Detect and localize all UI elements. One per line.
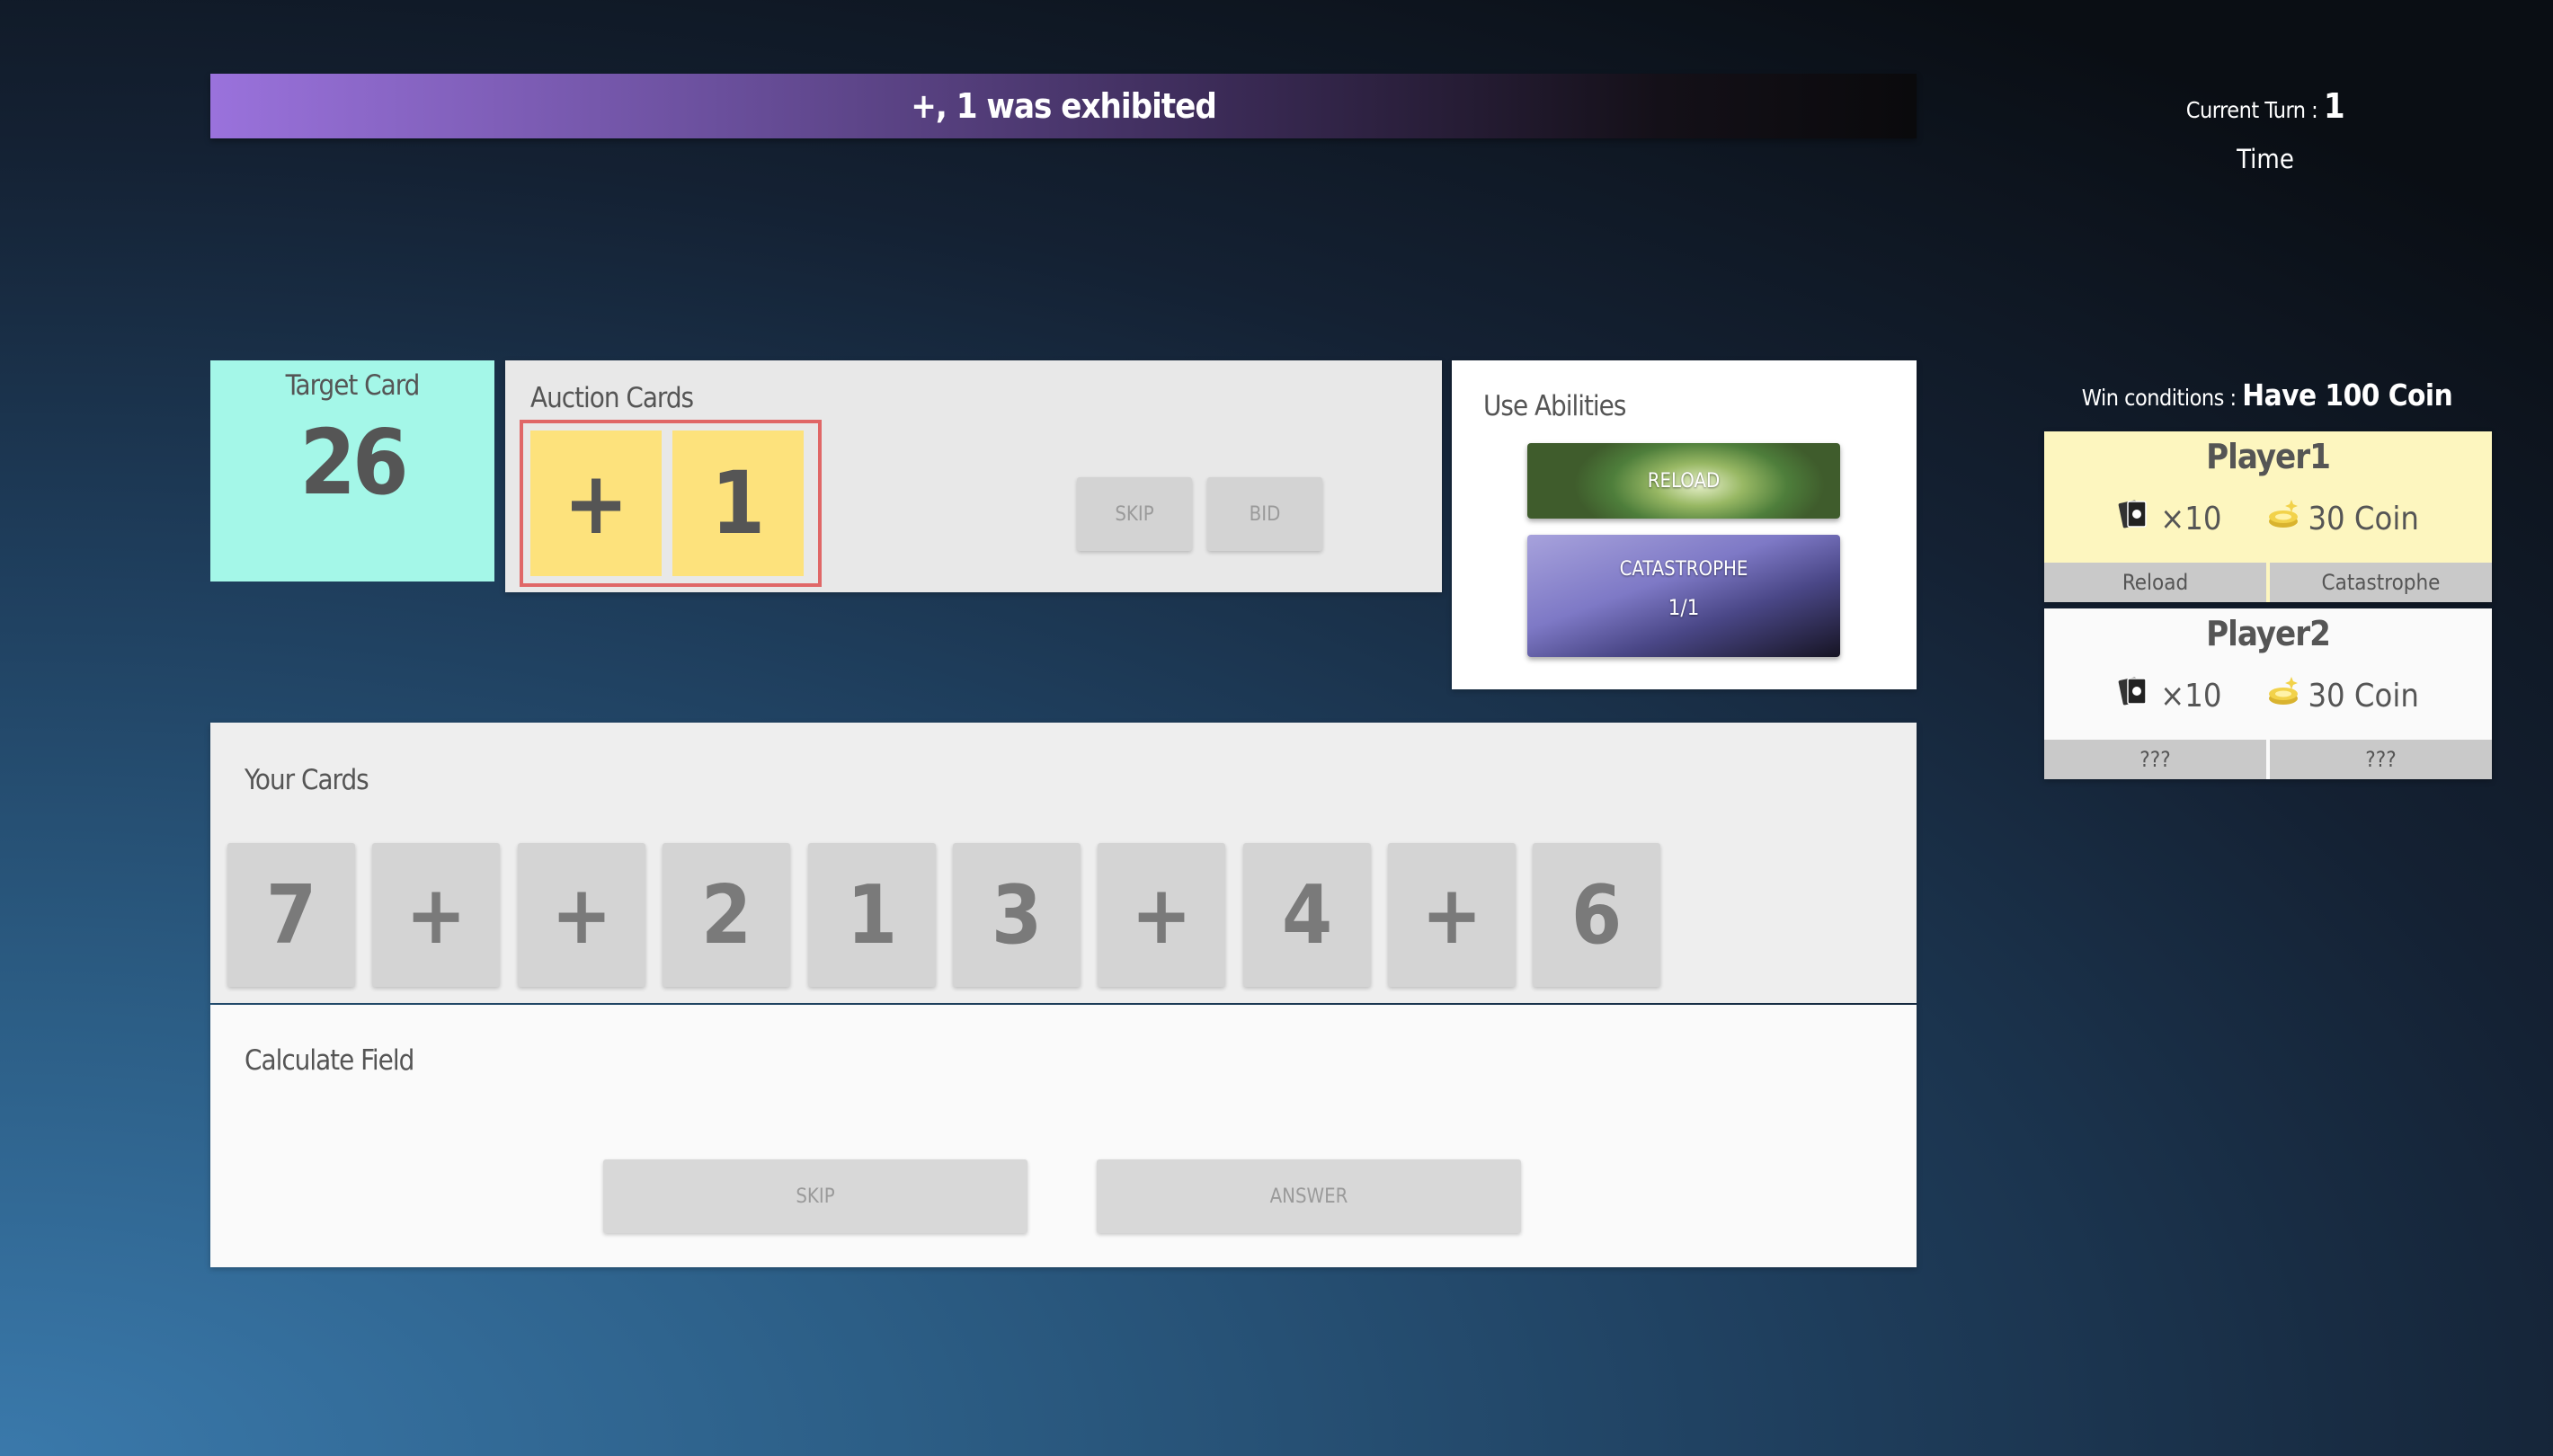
calculate-field-title: Calculate Field (245, 1044, 414, 1077)
coin-icon (2264, 673, 2302, 719)
exhibit-banner: +, 1 was exhibited (210, 74, 1917, 138)
auction-card-group: + 1 (520, 420, 822, 587)
auction-card[interactable]: 1 (672, 431, 804, 576)
calc-skip-button[interactable]: SKIP (603, 1159, 1027, 1233)
reload-label: RELOAD (1647, 469, 1721, 493)
current-turn: Current Turn : 1 (2041, 86, 2490, 126)
cards-icon (2117, 673, 2155, 719)
card-count: ×10 (2160, 678, 2222, 715)
hand-card[interactable]: 3 (953, 843, 1081, 987)
hand-card[interactable]: + (372, 843, 500, 987)
turn-value: 1 (2323, 86, 2345, 126)
hand-card[interactable]: 7 (227, 843, 355, 987)
player-ability-hidden: ??? (2044, 740, 2266, 779)
hand-card[interactable]: + (518, 843, 645, 987)
banner-text: +, 1 was exhibited (911, 86, 1217, 126)
win-conditions: Win conditions : Have 100 Coin (2042, 377, 2492, 413)
target-card-title: Target Card (285, 369, 421, 402)
target-card-value: 26 (299, 410, 408, 515)
hand-card[interactable]: 4 (1243, 843, 1371, 987)
cards-icon (2117, 496, 2155, 542)
hand-card[interactable]: 1 (808, 843, 936, 987)
hand-card[interactable]: 6 (1533, 843, 1660, 987)
coin-count: 30 Coin (2308, 501, 2419, 537)
bid-button[interactable]: BID (1207, 477, 1322, 551)
turn-label: Current Turn : (2185, 97, 2318, 123)
catastrophe-ability-button[interactable]: CATASTROPHE 1/1 (1527, 535, 1840, 657)
auction-card[interactable]: + (530, 431, 662, 576)
auction-title: Auction Cards (530, 382, 694, 414)
win-label: Win conditions : (2081, 385, 2237, 411)
win-value: Have 100 Coin (2242, 377, 2453, 413)
hand-card[interactable]: + (1388, 843, 1516, 987)
player-ability-hidden: ??? (2270, 740, 2492, 779)
catastrophe-label: CATASTROPHE (1619, 558, 1748, 581)
player-name: Player2 (2206, 614, 2331, 653)
abilities-title: Use Abilities (1483, 390, 1626, 422)
reload-ability-button[interactable]: RELOAD (1527, 443, 1840, 519)
your-cards-title: Your Cards (245, 764, 369, 796)
hand-card[interactable]: 2 (663, 843, 790, 987)
time-label: Time (2237, 144, 2294, 174)
answer-button[interactable]: ANSWER (1097, 1159, 1521, 1233)
player-ability-reload: Reload (2044, 563, 2266, 602)
player-card-1: Player1 ×10 30 Coin Reload Catastrophe (2044, 431, 2492, 602)
coin-count: 30 Coin (2308, 678, 2419, 715)
target-card: Target Card 26 (210, 360, 494, 582)
your-cards-panel: Your Cards 7 + + 2 1 3 + 4 + 6 (210, 723, 1917, 1003)
player-ability-catastrophe: Catastrophe (2270, 563, 2492, 602)
coin-icon (2264, 496, 2302, 542)
card-count: ×10 (2160, 501, 2222, 537)
auction-skip-button[interactable]: SKIP (1077, 477, 1192, 551)
hand-card[interactable]: + (1098, 843, 1225, 987)
player-card-2: Player2 ×10 30 Coin ??? ??? (2044, 608, 2492, 779)
calculate-field-panel: Calculate Field SKIP ANSWER (210, 1005, 1917, 1267)
player-name: Player1 (2206, 437, 2331, 476)
abilities-panel: Use Abilities RELOAD CATASTROPHE 1/1 (1452, 360, 1917, 689)
catastrophe-count: 1/1 (1668, 595, 1700, 620)
auction-panel: Auction Cards + 1 SKIP BID (505, 360, 1442, 592)
